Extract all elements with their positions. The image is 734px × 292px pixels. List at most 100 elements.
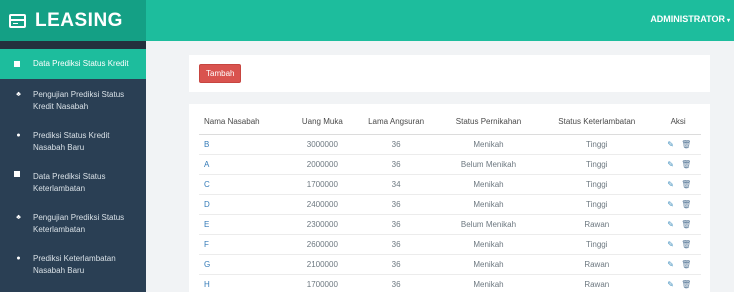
trash-icon[interactable]: 🗑 xyxy=(681,140,691,149)
table-header-row: Nama Nasabah Uang Muka Lama Angsuran Sta… xyxy=(199,110,701,135)
cell-status-keterlambatan: Rawan xyxy=(538,254,656,275)
cell-nama-nasabah[interactable]: G xyxy=(199,254,292,275)
trash-icon[interactable]: 🗑 xyxy=(681,200,691,209)
cell-lama-angsuran: 36 xyxy=(353,274,439,292)
cell-actions: ✎ 🗑 xyxy=(655,214,701,235)
cell-nama-nasabah[interactable]: E xyxy=(199,214,292,235)
cell-status-pernikahan: Menikah xyxy=(438,234,539,255)
sidebar-item-label: Pengujian Prediksi Status Keterlambatan xyxy=(33,213,125,234)
square-icon xyxy=(14,171,20,177)
column-header-uang-muka: Uang Muka xyxy=(291,110,354,135)
column-header-status-keterlambatan: Status Keterlambatan xyxy=(538,110,656,135)
table-row: C 1700000 34 Menikah Tinggi ✎ 🗑 xyxy=(199,174,701,195)
edit-icon[interactable]: ✎ xyxy=(666,220,675,229)
column-header-nama-nasabah: Nama Nasabah xyxy=(199,110,292,135)
cell-uang-muka: 2000000 xyxy=(291,154,354,175)
sidebar-item-label: Data Prediksi Status Keterlambatan xyxy=(33,172,106,193)
edit-icon[interactable]: ✎ xyxy=(666,180,675,189)
sidebar-item-data-prediksi-keterlambatan[interactable]: Data Prediksi Status Keterlambatan xyxy=(0,161,146,202)
cell-status-pernikahan: Menikah xyxy=(438,194,539,215)
cell-lama-angsuran: 36 xyxy=(353,234,439,255)
table-row: G 2100000 36 Menikah Rawan ✎ 🗑 xyxy=(199,254,701,275)
cell-nama-nasabah[interactable]: C xyxy=(199,174,292,195)
trash-icon[interactable]: 🗑 xyxy=(681,260,691,269)
square-icon xyxy=(14,61,20,67)
cell-nama-nasabah[interactable]: B xyxy=(199,134,292,155)
table-row: E 2300000 36 Belum Menikah Rawan ✎ 🗑 xyxy=(199,214,701,235)
trash-icon[interactable]: 🗑 xyxy=(681,180,691,189)
cell-uang-muka: 1700000 xyxy=(291,174,354,195)
cell-actions: ✎ 🗑 xyxy=(655,134,701,155)
cell-status-pernikahan: Belum Menikah xyxy=(438,214,539,235)
add-button[interactable]: Tambah xyxy=(199,64,242,83)
cell-nama-nasabah[interactable]: F xyxy=(199,234,292,255)
sidebar-spacer xyxy=(0,41,146,49)
cell-lama-angsuran: 34 xyxy=(353,174,439,195)
trash-icon[interactable]: 🗑 xyxy=(681,240,691,249)
trash-icon[interactable]: 🗑 xyxy=(681,160,691,169)
brand-title: LEASING xyxy=(35,9,123,31)
cell-uang-muka: 2300000 xyxy=(291,214,354,235)
sidebar-item-data-prediksi-status-kredit[interactable]: Data Prediksi Status Kredit xyxy=(0,49,146,79)
user-menu[interactable]: ADMINISTRATOR ▾ xyxy=(650,14,730,24)
sitemap-icon: ♣ xyxy=(16,91,21,98)
main-content: Tambah Nama Nasabah Uang Muka Lama Angsu… xyxy=(146,41,734,292)
edit-icon[interactable]: ✎ xyxy=(666,160,675,169)
cell-status-pernikahan: Belum Menikah xyxy=(438,154,539,175)
cell-uang-muka: 2400000 xyxy=(291,194,354,215)
credit-card-icon xyxy=(9,13,26,28)
cell-actions: ✎ 🗑 xyxy=(655,174,701,195)
column-header-aksi: Aksi xyxy=(655,110,701,135)
table-row: D 2400000 36 Menikah Tinggi ✎ 🗑 xyxy=(199,194,701,215)
sidebar-item-prediksi-keterlambatan-baru[interactable]: ● Prediksi Keterlambatan Nasabah Baru xyxy=(0,243,146,284)
edit-icon[interactable]: ✎ xyxy=(666,280,675,289)
cell-nama-nasabah[interactable]: H xyxy=(199,274,292,292)
cell-nama-nasabah[interactable]: A xyxy=(199,154,292,175)
sidebar-item-label: Data Prediksi Status Kredit xyxy=(33,59,129,68)
cell-uang-muka: 3000000 xyxy=(291,134,354,155)
table-row: A 2000000 36 Belum Menikah Tinggi ✎ 🗑 xyxy=(199,154,701,175)
sidebar-item-label: Pengujian Prediksi Status Kredit Nasabah xyxy=(33,90,125,111)
edit-icon[interactable]: ✎ xyxy=(666,200,675,209)
cell-actions: ✎ 🗑 xyxy=(655,154,701,175)
toolbar-panel: Tambah xyxy=(189,55,710,92)
cell-status-keterlambatan: Rawan xyxy=(538,274,656,292)
edit-icon[interactable]: ✎ xyxy=(666,260,675,269)
cell-lama-angsuran: 36 xyxy=(353,194,439,215)
sidebar-item-prediksi-status-kredit-baru[interactable]: ● Prediksi Status Kredit Nasabah Baru xyxy=(0,120,146,161)
cell-uang-muka: 2600000 xyxy=(291,234,354,255)
data-table: Nama Nasabah Uang Muka Lama Angsuran Sta… xyxy=(199,110,701,292)
sidebar-item-pengujian-keterlambatan[interactable]: ♣ Pengujian Prediksi Status Keterlambata… xyxy=(0,202,146,243)
table-row: F 2600000 36 Menikah Tinggi ✎ 🗑 xyxy=(199,234,701,255)
sidebar: Data Prediksi Status Kredit ♣ Pengujian … xyxy=(0,41,146,292)
user-label: ADMINISTRATOR xyxy=(650,14,725,24)
sidebar-item-label: Prediksi Status Kredit Nasabah Baru xyxy=(33,131,110,152)
sidebar-item-label: Prediksi Keterlambatan Nasabah Baru xyxy=(33,254,116,275)
edit-icon[interactable]: ✎ xyxy=(666,240,675,249)
sitemap-icon: ♣ xyxy=(16,214,21,221)
column-header-lama-angsuran: Lama Angsuran xyxy=(353,110,439,135)
cell-status-keterlambatan: Tinggi xyxy=(538,134,656,155)
trash-icon[interactable]: 🗑 xyxy=(681,280,691,289)
cell-nama-nasabah[interactable]: D xyxy=(199,194,292,215)
brand[interactable]: LEASING xyxy=(0,0,146,41)
sidebar-item-pengujian-status-kredit[interactable]: ♣ Pengujian Prediksi Status Kredit Nasab… xyxy=(0,79,146,120)
cell-status-keterlambatan: Tinggi xyxy=(538,174,656,195)
cell-lama-angsuran: 36 xyxy=(353,154,439,175)
cell-status-keterlambatan: Tinggi xyxy=(538,194,656,215)
cell-status-pernikahan: Menikah xyxy=(438,134,539,155)
caret-down-icon: ▾ xyxy=(726,18,730,24)
cell-uang-muka: 1700000 xyxy=(291,274,354,292)
user-icon: ● xyxy=(16,132,21,139)
column-header-status-pernikahan: Status Pernikahan xyxy=(438,110,539,135)
edit-icon[interactable]: ✎ xyxy=(666,140,675,149)
cell-status-keterlambatan: Tinggi xyxy=(538,234,656,255)
cell-lama-angsuran: 36 xyxy=(353,134,439,155)
trash-icon[interactable]: 🗑 xyxy=(681,220,691,229)
cell-uang-muka: 2100000 xyxy=(291,254,354,275)
table-row: H 1700000 36 Menikah Rawan ✎ 🗑 xyxy=(199,274,701,292)
cell-status-pernikahan: Menikah xyxy=(438,254,539,275)
cell-actions: ✎ 🗑 xyxy=(655,234,701,255)
cell-actions: ✎ 🗑 xyxy=(655,194,701,215)
cell-status-keterlambatan: Rawan xyxy=(538,214,656,235)
